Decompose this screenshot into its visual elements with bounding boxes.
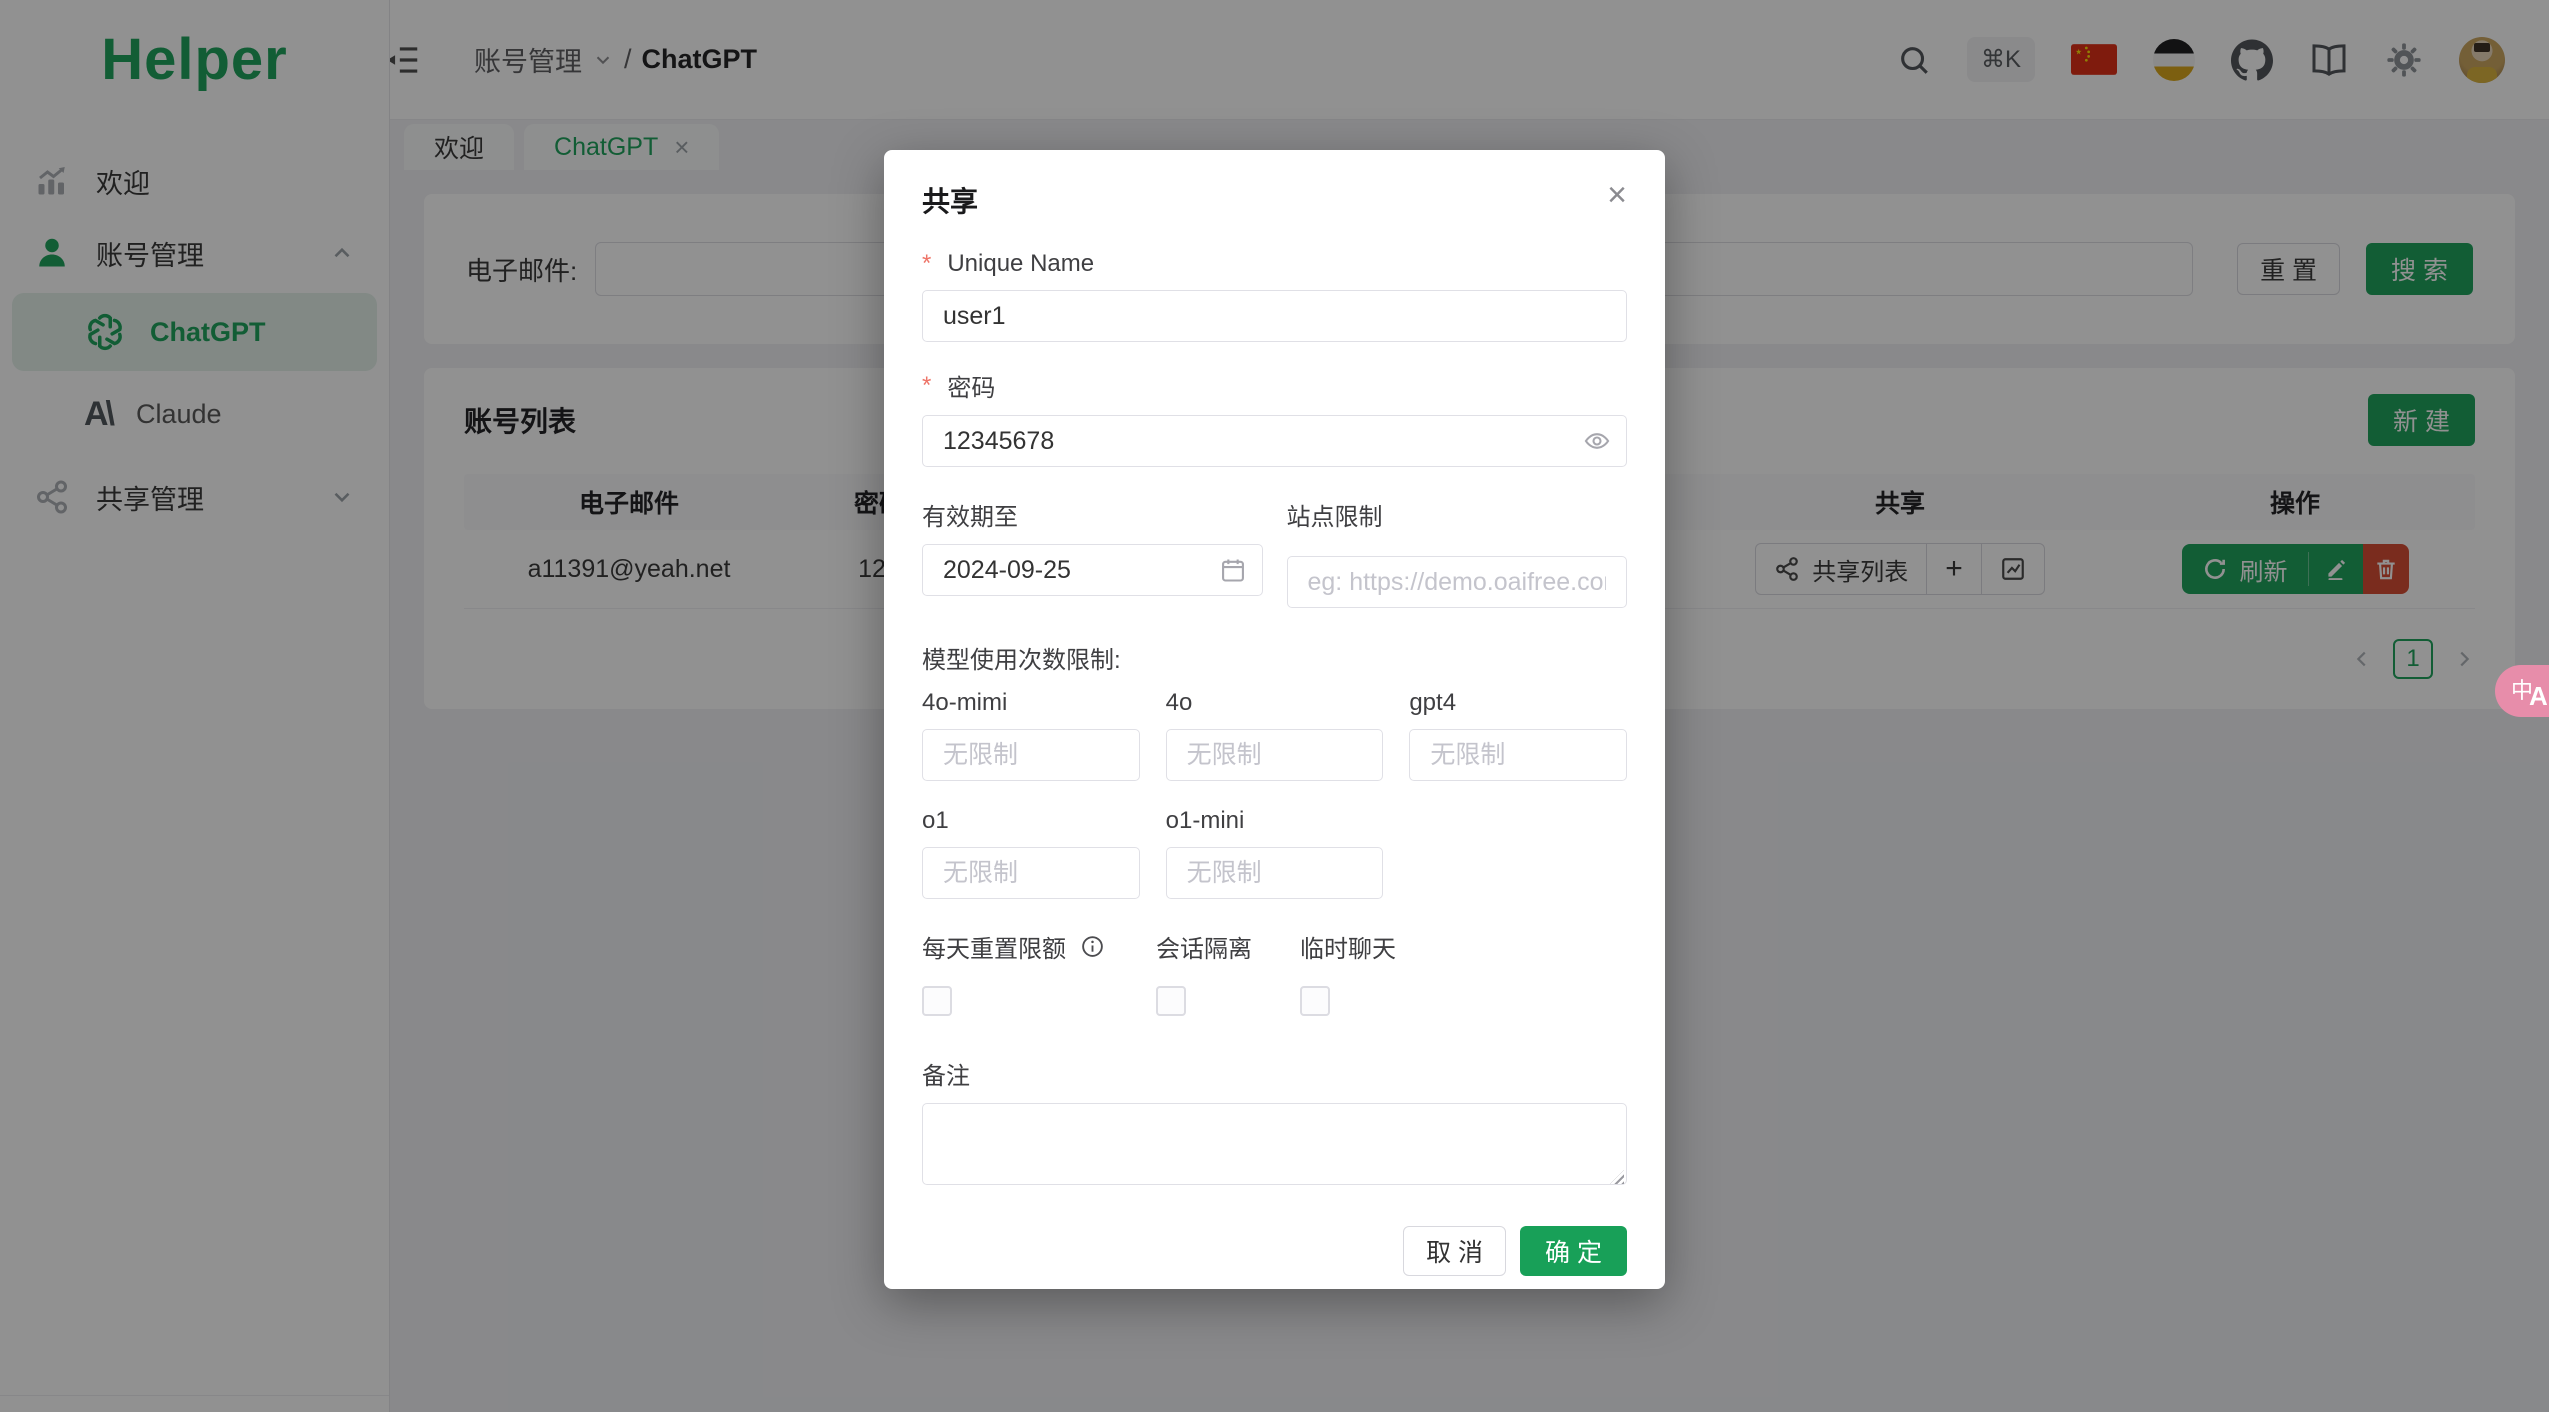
temp-chat-checkbox[interactable] <box>1300 986 1330 1016</box>
unique-name-input[interactable] <box>922 290 1627 342</box>
translate-float-button[interactable]: 中 A <box>2495 665 2549 717</box>
remark-label: 备注 <box>922 1063 970 1090</box>
model-label-o1-mini: o1-mini <box>1165 807 1245 834</box>
session-isolation-label: 会话隔离 <box>1156 936 1252 963</box>
remark-textarea[interactable] <box>922 1103 1627 1185</box>
temp-chat-label: 临时聊天 <box>1300 936 1396 963</box>
model-label-o1: o1 <box>922 807 949 834</box>
model-limit-input-o1-mini[interactable] <box>1165 847 1384 899</box>
model-label-gpt4: gpt4 <box>1409 689 1457 716</box>
app-root: Helper 欢迎 账号管理 ChatGPT A\ Claude 共享管理 账号… <box>0 0 2549 1412</box>
cancel-button[interactable]: 取 消 <box>1403 1226 1507 1276</box>
site-limit-label: 站点限制 <box>1286 504 1383 531</box>
eye-icon[interactable] <box>1583 427 1611 455</box>
site-limit-input[interactable] <box>1286 556 1627 608</box>
expiry-date-input[interactable] <box>922 544 1263 596</box>
info-icon[interactable] <box>1080 934 1105 959</box>
share-modal: 共享 × Unique Name 密码 有效期至 站点 <box>884 150 1665 1289</box>
calendar-icon[interactable] <box>1219 556 1247 584</box>
session-isolation-checkbox[interactable] <box>1156 986 1186 1016</box>
model-limit-input-o1[interactable] <box>922 847 1140 899</box>
model-limits-label: 模型使用次数限制: <box>922 647 1121 674</box>
modal-close-icon[interactable]: × <box>1607 178 1627 212</box>
confirm-button[interactable]: 确 定 <box>1520 1226 1627 1276</box>
password-label: 密码 <box>922 368 1627 403</box>
model-limit-input-4o[interactable] <box>1165 729 1384 781</box>
model-limit-input-4o-mimi[interactable] <box>922 729 1140 781</box>
daily-reset-checkbox[interactable] <box>922 986 952 1016</box>
model-label-4o: 4o <box>1165 689 1193 716</box>
unique-name-label: Unique Name <box>922 250 1627 278</box>
model-limit-input-gpt4[interactable] <box>1409 729 1627 781</box>
expiry-label: 有效期至 <box>922 504 1018 531</box>
modal-title: 共享 <box>922 186 979 217</box>
daily-reset-label: 每天重置限额 <box>922 929 1156 964</box>
password-input[interactable] <box>922 415 1627 467</box>
model-label-4o-mimi: 4o-mimi <box>922 689 1008 716</box>
